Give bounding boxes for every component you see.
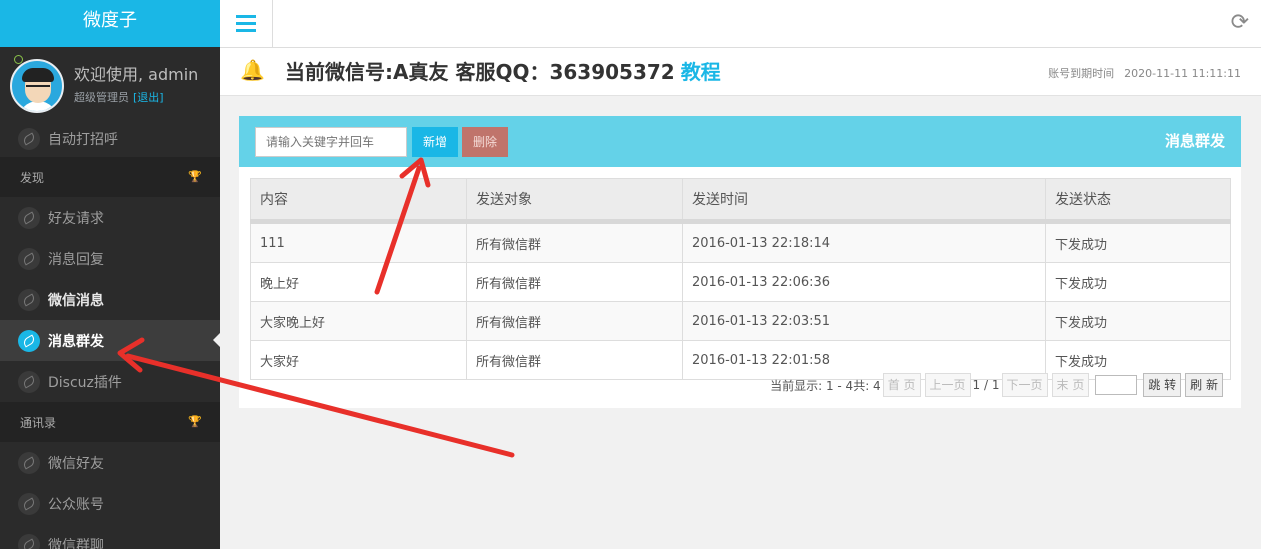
sidebar-item-wechat-friends[interactable]: 微信好友 (0, 442, 220, 483)
sidebar-item-mass-message[interactable]: 消息群发 (0, 320, 220, 361)
cell-content: 大家晚上好 (250, 301, 467, 341)
column-header-target[interactable]: 发送对象 (466, 178, 683, 224)
section-contacts: 通讯录 🏆 (0, 402, 220, 442)
topbar: ⟳ (220, 0, 1261, 48)
column-header-time[interactable]: 发送时间 (682, 178, 1046, 224)
menu-toggle-button[interactable] (220, 0, 273, 47)
cell-status: 下发成功 (1045, 301, 1231, 341)
pagination: 当前显示: 1 - 4共: 4 首 页 上一页 1 / 1 下一页 末 页 跳 … (770, 373, 1225, 397)
panel-title: 消息群发 (1164, 132, 1225, 150)
section-discover: 发现 🏆 (0, 157, 220, 197)
cell-time: 2016-01-13 22:06:36 (682, 262, 1046, 302)
page-header: 🔔 当前微信号:A真友 客服QQ：363905372 教程 账号到期时间 2020-… (220, 48, 1261, 96)
sidebar: 微度子 欢迎使用, admin 超级管理员 [退出] 自动打招呼 发现 🏆 好友请… (0, 0, 220, 549)
role-text: 超级管理员 [退出] (74, 89, 164, 105)
cell-target: 所有微信群 (466, 221, 683, 263)
leaf-icon (18, 370, 40, 393)
message-table: 内容 发送对象 发送时间 发送状态 111 所有微信群 2016-01-13 2… (250, 178, 1231, 380)
sidebar-item-label: 微信群聊 (48, 537, 104, 549)
sidebar-item-auto-reply[interactable]: 消息回复 (0, 238, 220, 279)
table-row[interactable]: 111 所有微信群 2016-01-13 22:18:14 下发成功 (250, 221, 1231, 263)
cell-time: 2016-01-13 22:03:51 (682, 301, 1046, 341)
leaf-icon (18, 492, 40, 515)
welcome-text: 欢迎使用, admin (74, 65, 199, 84)
refresh-button[interactable]: 刷 新 (1185, 373, 1223, 397)
page-info: 1 / 1 (972, 378, 1000, 392)
leaf-icon (18, 206, 40, 229)
pagination-summary: 当前显示: 1 - 4共: 4 (770, 378, 881, 393)
tutorial-link[interactable]: 教程 (681, 60, 721, 84)
leaf-icon (18, 329, 40, 352)
bell-icon: 🔔 (240, 58, 265, 82)
refresh-icon[interactable]: ⟳ (1231, 10, 1249, 35)
expire-value: 2020-11-11 11:11:11 (1124, 67, 1241, 80)
cell-content: 111 (250, 221, 467, 263)
expire-info: 账号到期时间 2020-11-11 11:11:11 (1048, 65, 1241, 81)
jump-button[interactable]: 跳 转 (1143, 373, 1182, 397)
panel-toolbar: 新增 删除 消息群发 (239, 116, 1241, 167)
page-title: 当前微信号:A真友 客服QQ：363905372 教程 (285, 56, 721, 85)
cell-status: 下发成功 (1045, 262, 1231, 302)
role-label: 超级管理员 (74, 91, 129, 104)
add-button[interactable]: 新增 (412, 127, 458, 157)
sidebar-item-public-accounts[interactable]: 公众账号 (0, 483, 220, 524)
cell-target: 所有微信群 (466, 340, 683, 380)
sidebar-item-label: 消息群发 (48, 333, 104, 350)
page-number-input[interactable] (1095, 375, 1138, 395)
sidebar-item-discuz-plugin[interactable]: Discuz插件 (0, 361, 220, 402)
brand-logo[interactable]: 微度子 (0, 0, 220, 47)
expire-label: 账号到期时间 (1048, 67, 1115, 80)
column-header-content[interactable]: 内容 (250, 178, 467, 224)
leaf-icon (18, 533, 40, 549)
first-page-button[interactable]: 首 页 (882, 373, 921, 397)
leaf-icon (18, 288, 40, 311)
leaf-icon (18, 128, 40, 150)
cell-content: 大家好 (250, 340, 467, 380)
sidebar-item-label: 微信消息 (48, 292, 104, 309)
trophy-icon: 🏆 (188, 170, 202, 183)
sidebar-item-wechat-groups[interactable]: 微信群聊 (0, 524, 220, 549)
sidebar-item-label: 消息回复 (48, 251, 104, 268)
avatar (10, 59, 64, 113)
table-row[interactable]: 大家晚上好 所有微信群 2016-01-13 22:03:51 下发成功 (250, 301, 1231, 341)
leaf-icon (18, 451, 40, 474)
cell-status: 下发成功 (1045, 221, 1231, 263)
search-input[interactable] (255, 127, 407, 157)
sidebar-item-label: Discuz插件 (48, 374, 122, 391)
section-title: 发现 (20, 170, 45, 185)
hamburger-icon (236, 13, 256, 34)
prev-page-button[interactable]: 上一页 (924, 373, 971, 397)
cell-content: 晚上好 (250, 262, 467, 302)
active-indicator (213, 333, 220, 347)
section-title: 通讯录 (20, 415, 57, 430)
sidebar-item-auto-greet[interactable]: 自动打招呼 (0, 128, 220, 150)
cell-target: 所有微信群 (466, 262, 683, 302)
account-info: 当前微信号:A真友 客服QQ：363905372 (285, 60, 675, 84)
delete-button[interactable]: 删除 (462, 127, 508, 157)
cell-target: 所有微信群 (466, 301, 683, 341)
table-header-row: 内容 发送对象 发送时间 发送状态 (250, 178, 1231, 224)
leaf-icon (18, 247, 40, 270)
logout-link[interactable]: [退出] (133, 91, 164, 104)
sidebar-item-label: 好友请求 (48, 210, 104, 227)
mass-message-panel: 新增 删除 消息群发 内容 发送对象 发送时间 发送状态 111 所有微信群 2… (239, 116, 1241, 408)
column-header-status[interactable]: 发送状态 (1045, 178, 1231, 224)
sidebar-item-friend-requests[interactable]: 好友请求 (0, 197, 220, 238)
sidebar-item-label: 公众账号 (48, 496, 104, 513)
user-profile: 欢迎使用, admin 超级管理员 [退出] (0, 47, 220, 129)
sidebar-item-wechat-messages[interactable]: 微信消息 (0, 279, 220, 320)
sidebar-item-label: 微信好友 (48, 455, 104, 472)
sidebar-item-label: 自动打招呼 (48, 132, 118, 148)
last-page-button[interactable]: 末 页 (1051, 373, 1090, 397)
table-row[interactable]: 晚上好 所有微信群 2016-01-13 22:06:36 下发成功 (250, 262, 1231, 302)
trophy-icon: 🏆 (188, 415, 202, 428)
next-page-button[interactable]: 下一页 (1001, 373, 1048, 397)
cell-time: 2016-01-13 22:18:14 (682, 221, 1046, 263)
online-status-icon (14, 55, 23, 64)
